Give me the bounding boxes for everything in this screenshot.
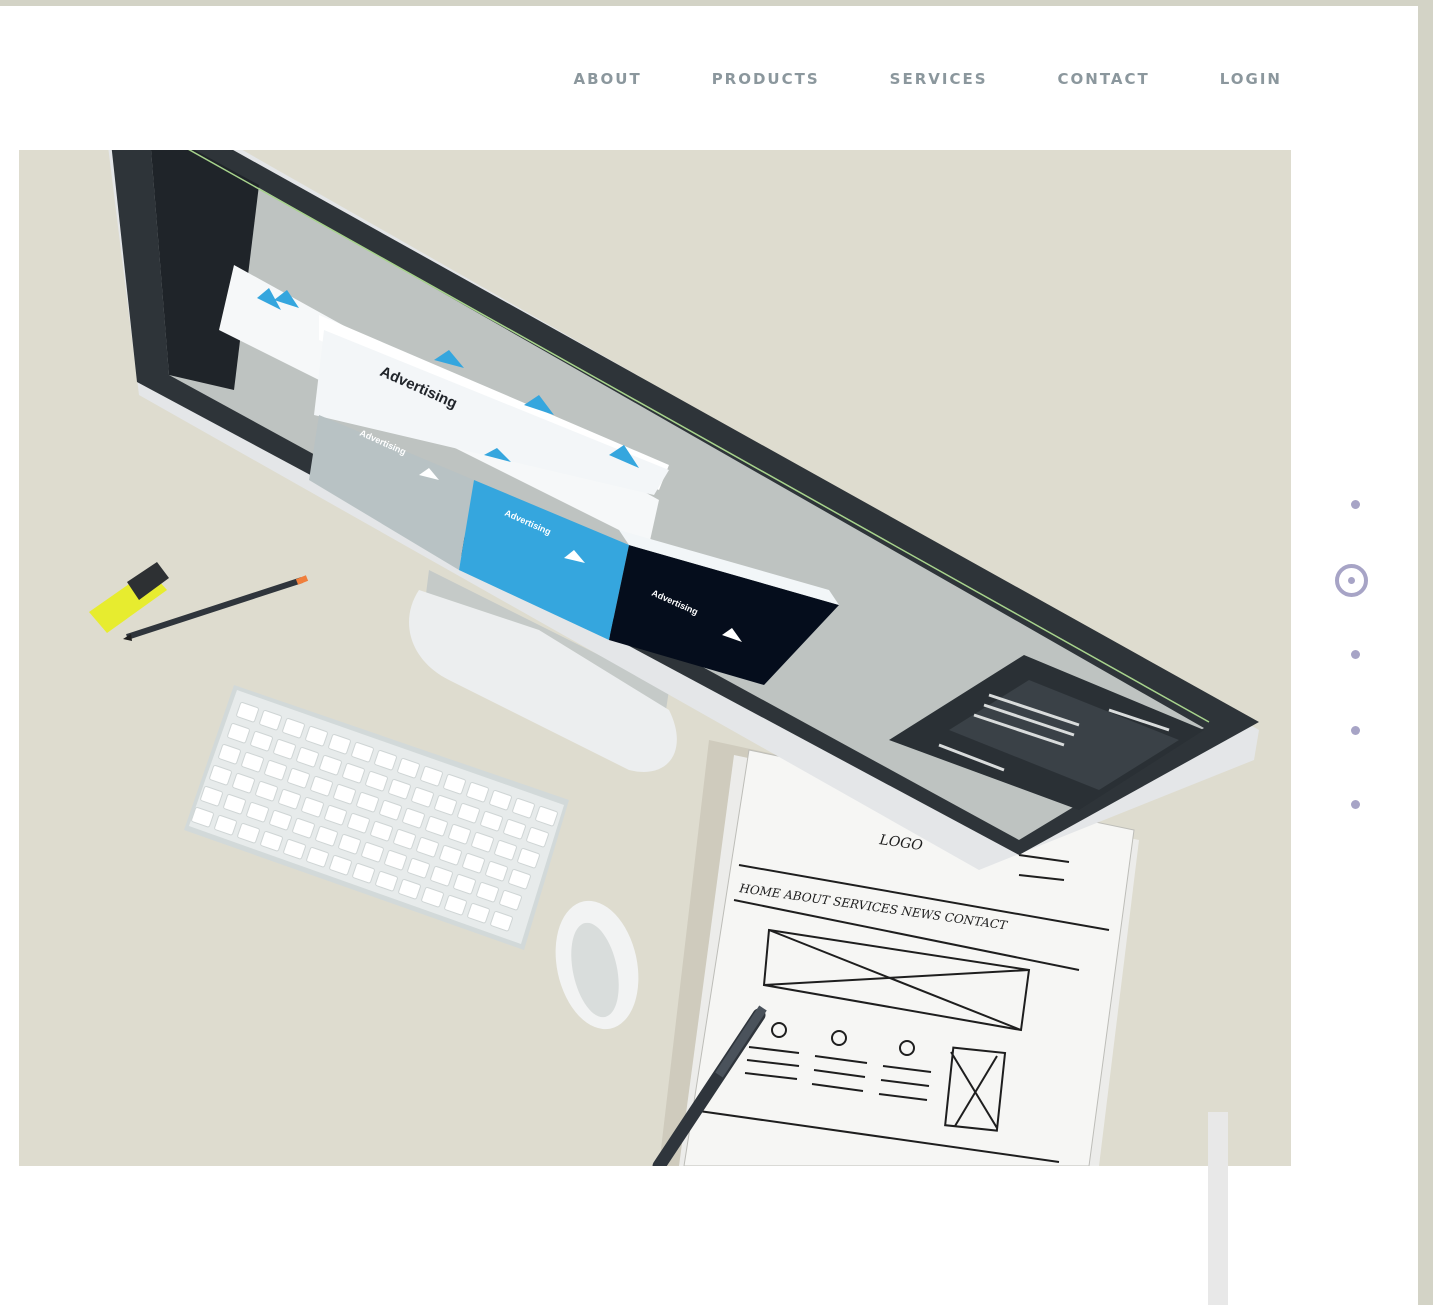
page: ABOUT PRODUCTS SERVICES CONTACT LOGIN HO…: [0, 6, 1418, 1305]
highlighter-and-pencil: [89, 562, 309, 641]
pager-dot-3[interactable]: [1351, 650, 1360, 659]
pager-dot-4[interactable]: [1351, 726, 1360, 735]
pager-dot-5[interactable]: [1351, 800, 1360, 809]
nav-contact[interactable]: CONTACT: [1058, 70, 1150, 88]
pager-dot-2-active[interactable]: [1335, 564, 1368, 597]
pager-dot-1[interactable]: [1351, 500, 1360, 509]
scrollbar-thumb[interactable]: [1208, 1112, 1228, 1305]
nav-products[interactable]: PRODUCTS: [712, 70, 820, 88]
main-nav: ABOUT PRODUCTS SERVICES CONTACT LOGIN: [503, 70, 1282, 88]
desk-illustration: HOME ABOUT SERVICES NEWS CONTACT LOGO Ad…: [89, 150, 1259, 1166]
nav-login[interactable]: LOGIN: [1220, 70, 1282, 88]
nav-services[interactable]: SERVICES: [890, 70, 988, 88]
hero-illustration: HOME ABOUT SERVICES NEWS CONTACT LOGO Ad…: [19, 150, 1291, 1166]
keyboard: [184, 685, 569, 950]
mouse: [555, 900, 639, 1030]
nav-about[interactable]: ABOUT: [573, 70, 641, 88]
